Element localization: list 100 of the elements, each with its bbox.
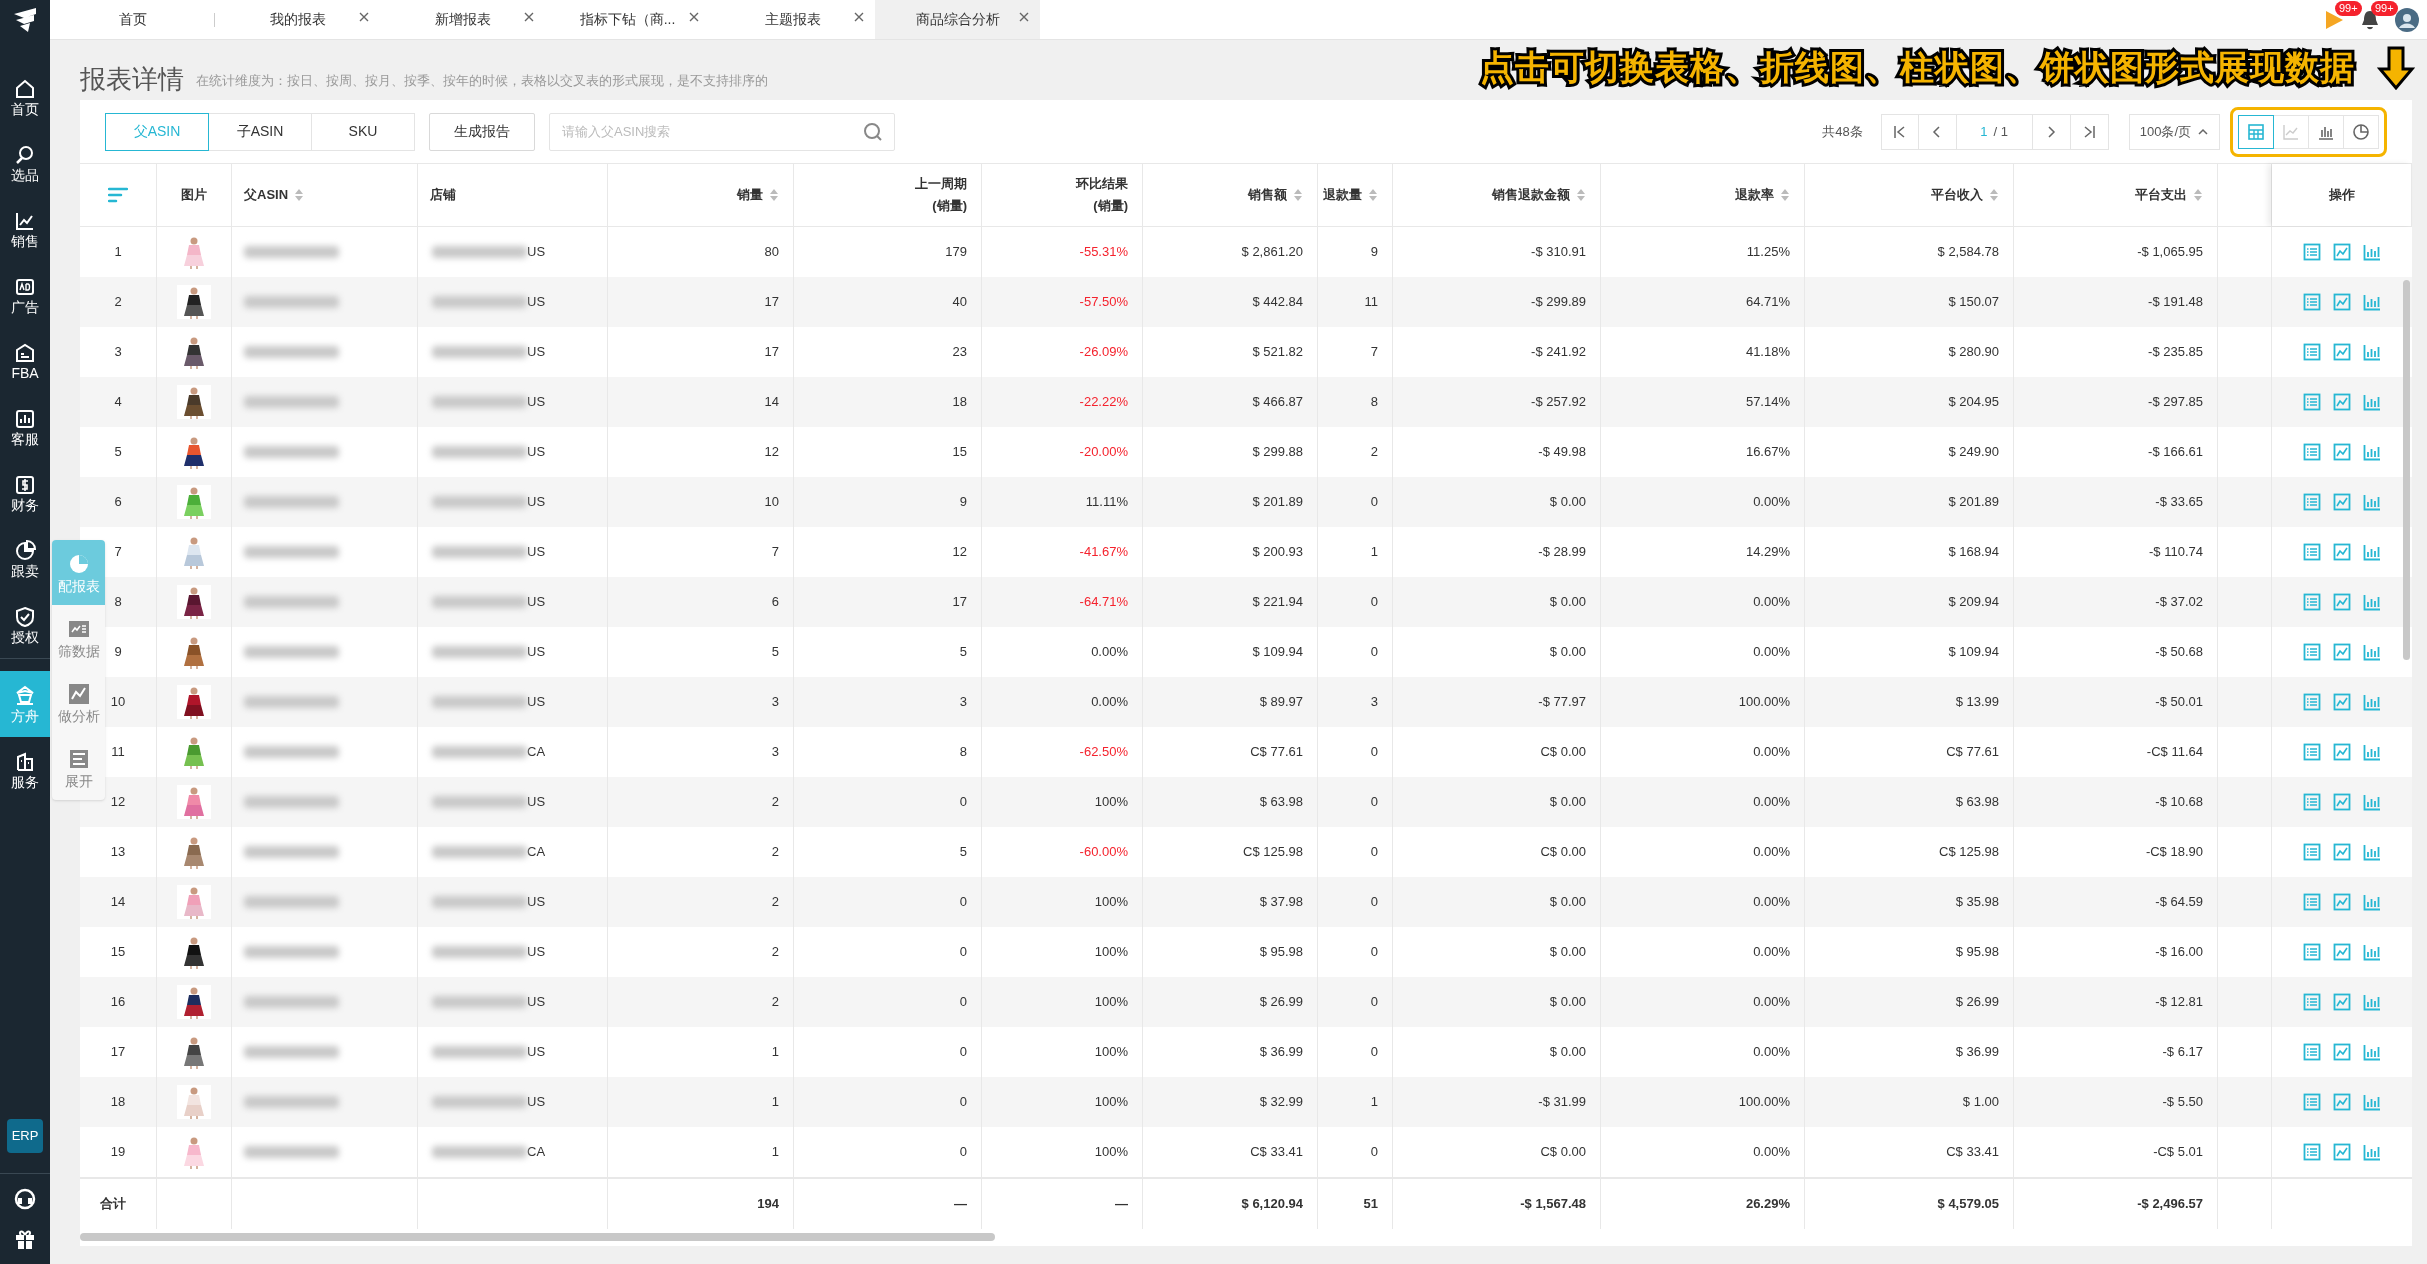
detail-list-icon[interactable] (2303, 1143, 2321, 1161)
bar-chart-icon[interactable] (2363, 293, 2381, 311)
detail-list-icon[interactable] (2303, 543, 2321, 561)
detail-list-icon[interactable] (2303, 343, 2321, 361)
panel-item[interactable]: 筛数据 (52, 605, 105, 670)
line-chart-icon[interactable] (2333, 793, 2351, 811)
avatar-icon[interactable] (2395, 7, 2419, 32)
detail-list-icon[interactable] (2303, 1093, 2321, 1111)
dimension-tab[interactable]: 子ASIN (208, 112, 312, 151)
next-page-button[interactable] (2032, 113, 2071, 150)
generate-report-button[interactable]: 生成报告 (429, 112, 535, 151)
bar-chart-icon[interactable] (2363, 743, 2381, 761)
line-chart-icon[interactable] (2333, 943, 2351, 961)
line-chart-icon[interactable] (2333, 843, 2351, 861)
sidebar-item[interactable]: 客服 (0, 394, 50, 460)
dimension-tab[interactable]: SKU (311, 112, 415, 151)
sidebar-item[interactable]: 财务 (0, 460, 50, 526)
close-icon[interactable] (523, 11, 535, 23)
line-chart-icon[interactable] (2333, 743, 2351, 761)
detail-list-icon[interactable] (2303, 393, 2321, 411)
line-chart-icon[interactable] (2333, 643, 2351, 661)
horizontal-scrollbar[interactable] (80, 1233, 995, 1241)
line-chart-icon[interactable] (2333, 1043, 2351, 1061)
detail-list-icon[interactable] (2303, 443, 2321, 461)
sort-icon[interactable] (294, 188, 305, 202)
detail-list-icon[interactable] (2303, 793, 2321, 811)
bar-chart-icon[interactable] (2363, 793, 2381, 811)
line-chart-icon[interactable] (2333, 993, 2351, 1011)
erp-button[interactable]: ERP (7, 1119, 43, 1153)
bar-chart-icon[interactable] (2363, 443, 2381, 461)
sidebar-item[interactable]: 服务 (0, 737, 50, 803)
sort-icon[interactable] (1576, 188, 1586, 202)
sort-icon[interactable] (1293, 188, 1303, 202)
search-field[interactable]: 请输入父ASIN搜索 (549, 112, 895, 151)
line-chart-icon[interactable] (2333, 543, 2351, 561)
detail-list-icon[interactable] (2303, 743, 2321, 761)
sidebar-item[interactable]: 跟卖 (0, 526, 50, 592)
bar-chart-icon[interactable] (2363, 593, 2381, 611)
line-chart-icon[interactable] (2333, 893, 2351, 911)
bar-chart-icon[interactable] (2363, 1043, 2381, 1061)
first-page-button[interactable] (1880, 113, 1919, 150)
sort-icon[interactable] (1368, 188, 1378, 202)
headset-icon[interactable] (14, 1188, 36, 1210)
bar-chart-icon[interactable] (2363, 393, 2381, 411)
line-chart-icon[interactable] (2333, 1093, 2351, 1111)
line-chart-icon[interactable] (2333, 593, 2351, 611)
close-icon[interactable] (1018, 11, 1030, 23)
detail-list-icon[interactable] (2303, 293, 2321, 311)
line-chart-icon[interactable] (2333, 693, 2351, 711)
line-chart-icon[interactable] (2333, 493, 2351, 511)
bar-chart-icon[interactable] (2363, 943, 2381, 961)
line-chart-icon[interactable] (2333, 443, 2351, 461)
bar-chart-icon[interactable] (2363, 543, 2381, 561)
sort-icon[interactable] (1780, 188, 1790, 202)
last-page-button[interactable] (2070, 113, 2109, 150)
gift-icon[interactable] (14, 1228, 36, 1250)
panel-item[interactable]: 做分析 (52, 670, 105, 735)
sort-icon[interactable] (1989, 188, 1999, 202)
panel-item[interactable]: 展开 (52, 735, 105, 800)
page-size-dropdown[interactable]: 100条/页 (2128, 113, 2220, 150)
column-settings-icon[interactable] (108, 187, 128, 203)
sort-icon[interactable] (769, 188, 779, 202)
bar-chart-icon[interactable] (2363, 843, 2381, 861)
detail-list-icon[interactable] (2303, 643, 2321, 661)
sidebar-item[interactable]: 销售 (0, 196, 50, 262)
detail-list-icon[interactable] (2303, 493, 2321, 511)
bar-chart-icon[interactable] (2363, 1143, 2381, 1161)
detail-list-icon[interactable] (2303, 243, 2321, 261)
detail-list-icon[interactable] (2303, 993, 2321, 1011)
close-icon[interactable] (853, 11, 865, 23)
bar-chart-icon[interactable] (2363, 893, 2381, 911)
detail-list-icon[interactable] (2303, 593, 2321, 611)
sidebar-item[interactable]: 首页 (0, 64, 50, 130)
vertical-scrollbar[interactable] (2403, 280, 2410, 660)
previous-page-button[interactable] (1918, 113, 1957, 150)
sidebar-item[interactable]: 选品 (0, 130, 50, 196)
bar-chart-icon[interactable] (2363, 993, 2381, 1011)
detail-list-icon[interactable] (2303, 843, 2321, 861)
bar-chart-icon[interactable] (2363, 693, 2381, 711)
line-chart-icon[interactable] (2333, 293, 2351, 311)
bar-chart-icon[interactable] (2363, 493, 2381, 511)
line-chart-icon[interactable] (2333, 343, 2351, 361)
sidebar-item[interactable]: 授权 (0, 592, 50, 658)
line-chart-icon[interactable] (2333, 393, 2351, 411)
tab[interactable]: 商品综合分析 (875, 0, 1040, 39)
detail-list-icon[interactable] (2303, 893, 2321, 911)
line-chart-icon[interactable] (2333, 243, 2351, 261)
line-chart-icon[interactable] (2333, 1143, 2351, 1161)
sidebar-item[interactable]: FBA (0, 328, 50, 394)
bar-chart-icon[interactable] (2363, 643, 2381, 661)
detail-list-icon[interactable] (2303, 943, 2321, 961)
sort-icon[interactable] (2193, 188, 2203, 202)
bar-chart-icon[interactable] (2363, 243, 2381, 261)
search-icon[interactable] (863, 121, 883, 142)
close-icon[interactable] (688, 11, 700, 23)
detail-list-icon[interactable] (2303, 1043, 2321, 1061)
bar-chart-icon[interactable] (2363, 1093, 2381, 1111)
detail-list-icon[interactable] (2303, 693, 2321, 711)
sidebar-item[interactable]: 广告 (0, 262, 50, 328)
view-toggle-button[interactable] (2238, 114, 2274, 149)
